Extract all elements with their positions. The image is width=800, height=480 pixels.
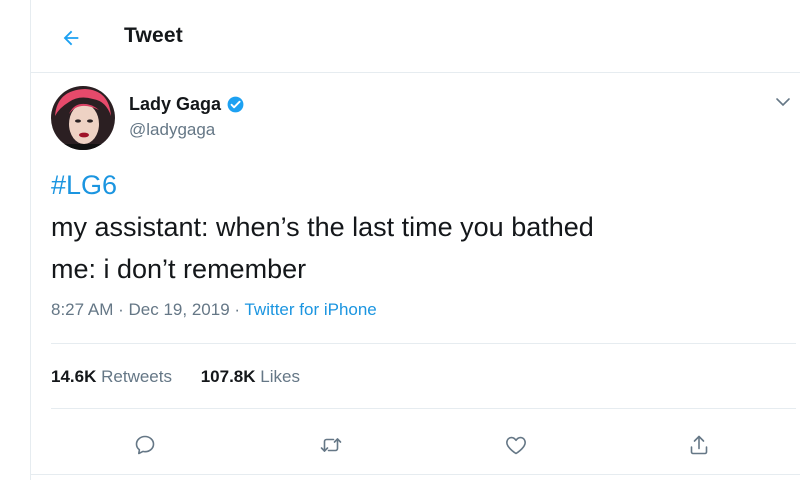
divider bbox=[31, 474, 800, 475]
divider bbox=[51, 408, 796, 409]
retweet-button[interactable] bbox=[314, 428, 348, 462]
author-name[interactable]: Lady Gaga bbox=[129, 94, 245, 115]
tweet-time[interactable]: 8:27 AM bbox=[51, 300, 113, 319]
share-icon bbox=[690, 435, 708, 455]
retweets-count: 14.6K bbox=[51, 367, 97, 386]
likes-label: Likes bbox=[260, 367, 300, 386]
tweet-source-link[interactable]: Twitter for iPhone bbox=[244, 300, 376, 319]
tweet-text: #LG6 my assistant: when’s the last time … bbox=[51, 164, 594, 290]
tweet-line: me: i don’t remember bbox=[51, 254, 307, 284]
divider bbox=[51, 343, 796, 344]
reply-button[interactable] bbox=[128, 428, 162, 462]
like-icon bbox=[506, 436, 526, 455]
more-options-button[interactable] bbox=[773, 92, 793, 112]
tweet-meta: 8:27 AM · Dec 19, 2019 · Twitter for iPh… bbox=[51, 300, 377, 320]
likes-count: 107.8K bbox=[200, 367, 256, 386]
page-header: Tweet bbox=[31, 0, 800, 73]
author-name-text: Lady Gaga bbox=[129, 94, 222, 114]
tweet-column: Tweet Lady Gaga @ladygaga #LG6 my assist… bbox=[30, 0, 800, 480]
author-handle[interactable]: @ladygaga bbox=[129, 120, 215, 140]
reply-icon bbox=[135, 435, 155, 455]
meta-separator: · bbox=[118, 300, 124, 319]
page-title: Tweet bbox=[124, 24, 183, 47]
like-button[interactable] bbox=[499, 428, 533, 462]
tweet-date[interactable]: Dec 19, 2019 bbox=[129, 300, 230, 319]
share-button[interactable] bbox=[682, 428, 716, 462]
tweet-page: Tweet Lady Gaga @ladygaga #LG6 my assist… bbox=[0, 0, 800, 480]
retweets-stat[interactable]: 14.6K Retweets bbox=[51, 367, 172, 387]
hashtag-link[interactable]: #LG6 bbox=[51, 164, 594, 206]
chevron-down-icon bbox=[776, 98, 790, 107]
tweet-stats: 14.6K Retweets 107.8K Likes bbox=[51, 367, 324, 387]
back-button[interactable] bbox=[55, 22, 87, 54]
avatar[interactable] bbox=[51, 86, 115, 150]
avatar-image bbox=[51, 86, 115, 150]
meta-separator: · bbox=[234, 300, 241, 319]
arrow-left-icon bbox=[63, 30, 79, 46]
verified-badge-icon bbox=[226, 95, 245, 114]
tweet-line: my assistant: when’s the last time you b… bbox=[51, 212, 594, 242]
retweets-label: Retweets bbox=[101, 367, 172, 386]
retweet-icon bbox=[320, 438, 342, 452]
action-bar bbox=[31, 420, 800, 464]
likes-stat[interactable]: 107.8K Likes bbox=[201, 367, 300, 387]
